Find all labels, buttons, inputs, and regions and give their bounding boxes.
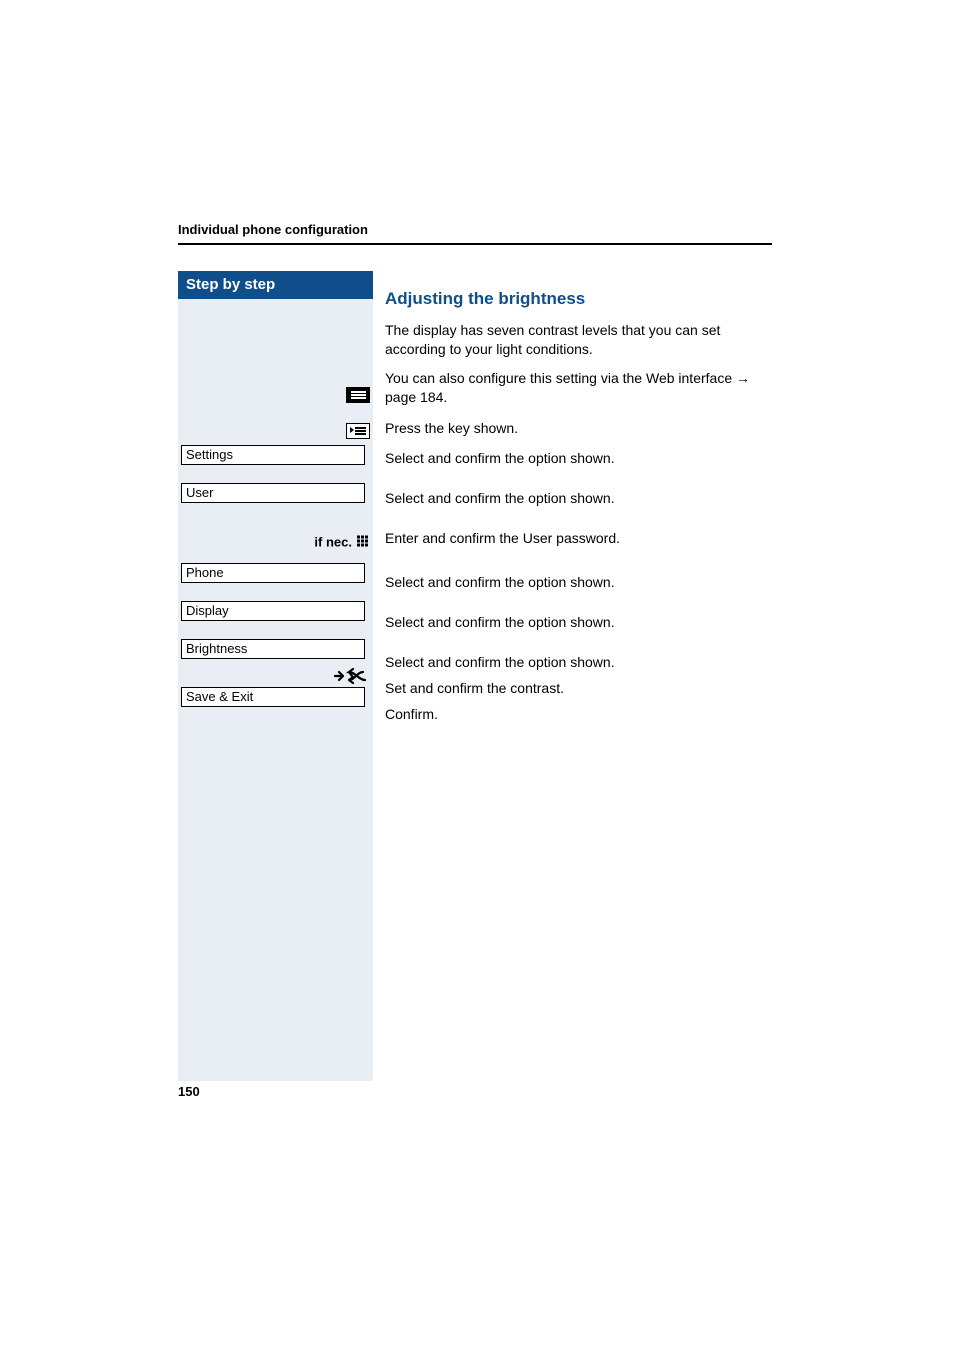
if-nec-label-group: if nec. xyxy=(314,535,370,550)
web-note-pre: You can also configure this setting via … xyxy=(385,370,736,386)
menu-key-icon xyxy=(346,423,370,439)
menu-option-save-exit: Save & Exit xyxy=(181,687,365,707)
keypad-icon xyxy=(356,535,370,549)
step-phone: Select and confirm the option shown. xyxy=(385,571,772,611)
sidebar-row-save-exit: Save & Exit xyxy=(178,687,373,725)
sidebar-row-settings: Settings xyxy=(178,445,373,483)
step-set-contrast: Set and confirm the contrast. xyxy=(385,677,772,703)
sidebar-title: Step by step xyxy=(178,271,373,299)
web-note-post: page 184. xyxy=(385,389,447,405)
step-user: Select and confirm the option shown. xyxy=(385,487,772,527)
step-display: Select and confirm the option shown. xyxy=(385,611,772,651)
page-number: 150 xyxy=(178,1084,200,1099)
if-nec-text: if nec. xyxy=(314,535,352,550)
sidebar-row-user: User xyxy=(178,483,373,521)
sidebar-row-brightness: Brightness xyxy=(178,639,373,687)
intro-paragraph: The display has seven contrast levels th… xyxy=(385,321,772,359)
content-heading: Adjusting the brightness xyxy=(385,289,772,309)
sidebar-row-display: Display xyxy=(178,601,373,639)
arrow-icon: → xyxy=(736,370,750,386)
menu-option-phone: Phone xyxy=(181,563,365,583)
step-confirm: Confirm. xyxy=(385,703,772,743)
step-press-key: Press the key shown. xyxy=(385,417,772,447)
page: Individual phone configuration Step by s… xyxy=(0,0,954,1351)
web-note: You can also configure this setting via … xyxy=(385,369,772,407)
menu-option-brightness: Brightness xyxy=(181,639,365,659)
menu-option-display: Display xyxy=(181,601,365,621)
sidebar-row-web-icon xyxy=(178,373,373,417)
menu-option-settings: Settings xyxy=(181,445,365,465)
step-settings: Select and confirm the option shown. xyxy=(385,447,772,487)
sidebar-row-ifnec: if nec. xyxy=(178,521,373,563)
web-config-icon xyxy=(346,387,370,403)
sidebar-spacer xyxy=(178,299,373,373)
sidebar-row-phone: Phone xyxy=(178,563,373,601)
step-brightness: Select and confirm the option shown. xyxy=(385,651,772,677)
step-sidebar: Step by step xyxy=(178,271,373,1081)
set-confirm-icon xyxy=(333,668,367,685)
two-column-layout: Step by step xyxy=(178,271,772,1081)
menu-option-user: User xyxy=(181,483,365,503)
page-header: Individual phone configuration xyxy=(178,222,772,245)
sidebar-row-press-key xyxy=(178,417,373,445)
step-password: Enter and confirm the User password. xyxy=(385,527,772,571)
content-column: Adjusting the brightness The display has… xyxy=(385,271,772,1081)
